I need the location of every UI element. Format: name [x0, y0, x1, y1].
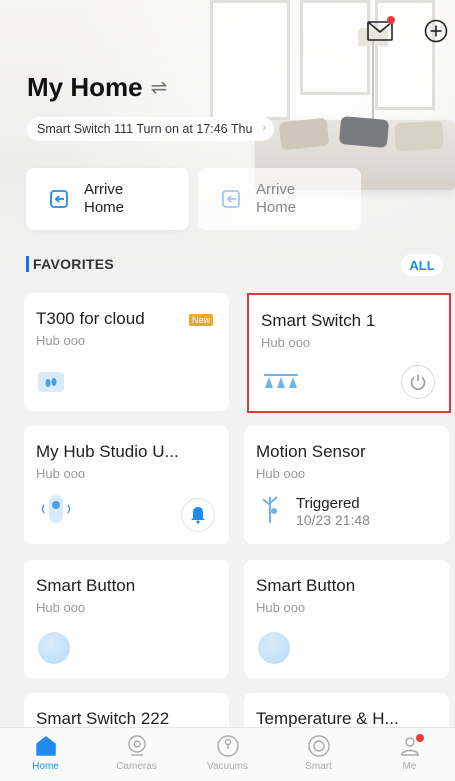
device-hub: Hub ooo: [36, 466, 86, 481]
home-icon: [35, 736, 56, 756]
arrive-home-icon: [222, 190, 240, 208]
favorites-title: FAVORITES: [33, 256, 115, 272]
device-card-smart-button[interactable]: Smart Button Hub ooo: [244, 560, 449, 678]
motion-sensor-icon: [258, 491, 282, 530]
new-badge: New: [189, 314, 214, 326]
device-card-smart-button[interactable]: Smart Button Hub ooo: [24, 560, 229, 678]
vacuum-icon: [216, 735, 239, 757]
favorites-header: FAVORITES: [26, 256, 114, 272]
nav-label: Home: [32, 761, 59, 772]
footprint-sensor-icon: [38, 372, 64, 397]
lamp-illustration: [372, 40, 374, 120]
window-illustration: [210, 0, 290, 120]
camera-icon: [127, 735, 146, 756]
device-name: Motion Sensor: [256, 442, 366, 461]
notification-dot: [416, 734, 424, 742]
device-card-motion-sensor[interactable]: Motion Sensor Hub ooo Triggered 10/23 21…: [244, 426, 449, 544]
device-hub: Hub ooo: [256, 466, 306, 481]
pillow-illustration: [278, 117, 330, 151]
swap-icon[interactable]: ⇌: [151, 75, 168, 100]
device-hub: Hub ooo: [256, 600, 306, 615]
pillow-illustration: [338, 115, 390, 149]
pillow-illustration: [394, 120, 444, 152]
nav-label: Vacuums: [207, 761, 248, 772]
button-icon: [38, 632, 70, 664]
device-name: Smart Switch 1: [261, 311, 376, 330]
window-illustration: [300, 0, 370, 95]
power-icon: [410, 374, 426, 390]
device-name: Smart Switch 222: [36, 709, 170, 728]
nav-me[interactable]: Me: [364, 728, 455, 781]
device-card-smart-switch-1[interactable]: Smart Switch 1 Hub ooo: [247, 293, 451, 413]
nav-label: Cameras: [116, 761, 157, 772]
device-name: Smart Button: [256, 576, 356, 595]
status-text: Triggered: [296, 495, 360, 512]
scene-label: Arrive Home: [84, 181, 125, 216]
device-name: Temperature & H...: [256, 709, 399, 728]
add-circle-icon[interactable]: [420, 15, 452, 47]
device-hub: Hub ooo: [261, 335, 311, 350]
device-card-t300[interactable]: T300 for cloud New Hub ooo: [24, 293, 229, 411]
activity-text: Smart Switch 111 Turn on at 17:46 Thu: [37, 122, 253, 136]
device-hub: Hub ooo: [36, 600, 86, 615]
device-card-hub-studio[interactable]: My Hub Studio U... Hub ooo: [24, 426, 229, 544]
triple-switch-icon: [263, 372, 299, 397]
device-name: My Hub Studio U...: [36, 442, 179, 461]
nav-smart[interactable]: Smart: [273, 728, 364, 781]
status-time: 10/23 21:48: [296, 512, 370, 528]
nav-vacuums[interactable]: Vacuums: [182, 728, 273, 781]
notification-dot: [387, 16, 395, 24]
device-status: Triggered 10/23 21:48: [296, 495, 370, 528]
alarm-button[interactable]: [181, 498, 215, 532]
bottom-navigation: Home Cameras Vacuums Smart Me: [0, 727, 455, 781]
nav-label: Me: [402, 761, 417, 772]
activity-banner[interactable]: Smart Switch 111 Turn on at 17:46 Thu ›: [27, 117, 275, 141]
device-name: Smart Button: [36, 576, 136, 595]
chevron-right-icon: ›: [262, 120, 267, 134]
device-hub: Hub ooo: [36, 333, 86, 348]
page-title: My Home: [27, 72, 143, 102]
hub-studio-icon: [38, 493, 74, 530]
power-button[interactable]: [401, 365, 435, 399]
all-button[interactable]: ALL: [401, 254, 443, 276]
mail-icon[interactable]: [364, 15, 396, 47]
scene-arrive-home-button-disabled[interactable]: Arrive Home: [198, 168, 361, 230]
section-marker: [26, 256, 29, 272]
scene-arrive-home-button[interactable]: Arrive Home: [26, 168, 189, 230]
scene-label: Arrive Home: [256, 181, 297, 216]
arrive-home-icon: [50, 190, 68, 208]
device-name: T300 for cloud: [36, 309, 145, 328]
nav-cameras[interactable]: Cameras: [91, 728, 182, 781]
smart-icon: [307, 735, 330, 757]
home-selector[interactable]: My Home ⇌: [27, 72, 167, 103]
button-icon: [258, 632, 290, 664]
nav-home[interactable]: Home: [0, 728, 91, 781]
nav-label: Smart: [305, 761, 332, 772]
bell-icon: [191, 507, 205, 524]
